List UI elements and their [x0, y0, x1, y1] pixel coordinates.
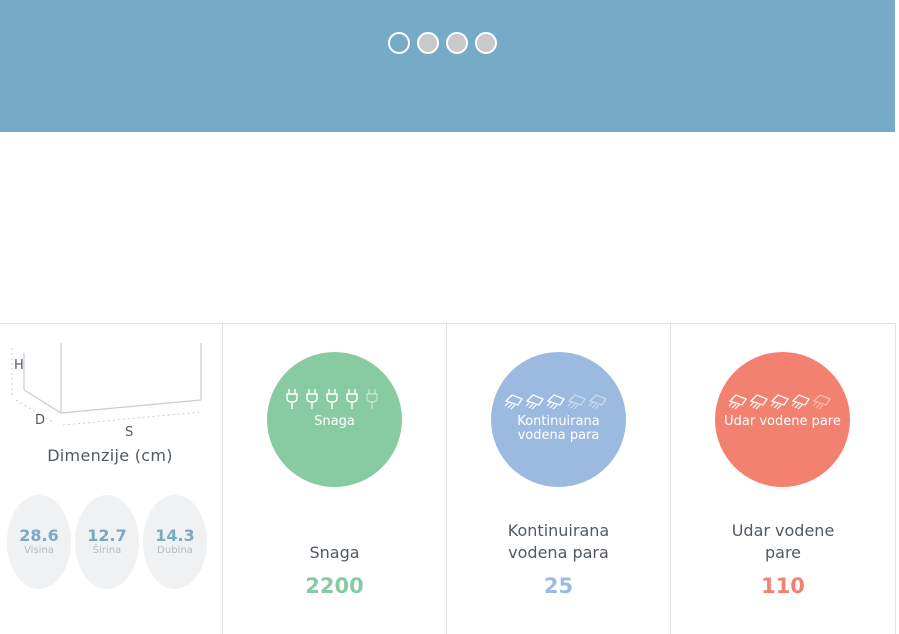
carousel-dot-1[interactable]	[388, 32, 410, 54]
dimensions-cell: H D S Dimenzije (cm) 28.6 Visina 12.7 Ši…	[0, 324, 222, 634]
plug-rating-icon	[345, 389, 358, 409]
height-label: Visina	[24, 545, 54, 556]
boost-label-text: Udar vodene pare	[731, 521, 835, 562]
boost-value: 110	[761, 574, 805, 598]
plug-rating-icon	[325, 389, 338, 409]
depth-value: 14.3	[155, 526, 195, 545]
product-specs: H D S Dimenzije (cm) 28.6 Visina 12.7 Ši…	[0, 323, 896, 634]
steam-rating-icon	[728, 394, 747, 410]
boost-circle-label: Udar vodene pare	[724, 414, 841, 429]
width-oval: 12.7 Širina	[75, 495, 139, 589]
depth-label: Dubina	[157, 545, 193, 556]
steam-rating-icon	[770, 394, 789, 410]
depth-oval: 14.3 Dubina	[143, 495, 207, 589]
steam-rating-icon	[504, 394, 523, 410]
steam-rating-icon	[812, 394, 831, 410]
steam-rating-icon	[525, 394, 544, 410]
steam-value: 25	[543, 574, 574, 598]
steam-boost-icon	[728, 394, 831, 410]
power-cell: Snaga Snaga 2200	[222, 324, 446, 634]
width-value: 12.7	[87, 526, 127, 545]
power-value: 2200	[305, 574, 364, 598]
carousel-dot-2[interactable]	[417, 32, 439, 54]
power-circle: Snaga	[267, 352, 402, 487]
carousel-dot-4[interactable]	[475, 32, 497, 54]
steam-rating-icon	[546, 394, 565, 410]
carousel-dot-3[interactable]	[446, 32, 468, 54]
dimensions-box-icon: H D S	[11, 343, 202, 440]
width-letter: S	[125, 425, 133, 440]
plug-rating-icon	[305, 389, 318, 409]
steam-label-text: Kontinuirana vodena para	[507, 521, 610, 562]
dimension-values: 28.6 Visina 12.7 Širina 14.3 Dubina	[7, 495, 207, 589]
steam-rating-icon	[791, 394, 810, 410]
power-label-text: Snaga	[309, 543, 360, 562]
dimensions-title: Dimenzije (cm)	[47, 446, 173, 465]
steam-rating-icon	[749, 394, 768, 410]
boost-label: Udar vodene pare	[671, 520, 895, 564]
steam-label: Kontinuirana vodena para	[447, 520, 670, 564]
plug-icon	[285, 389, 378, 409]
steam-circle-label: Kontinuirana vodena para	[517, 414, 600, 443]
width-label: Širina	[92, 545, 122, 556]
height-oval: 28.6 Visina	[7, 495, 71, 589]
steam-circle: Kontinuirana vodena para	[491, 352, 626, 487]
hero-banner	[0, 0, 895, 132]
height-value: 28.6	[19, 526, 59, 545]
power-label: Snaga	[223, 520, 446, 564]
height-letter: H	[14, 358, 24, 373]
power-circle-label: Snaga	[314, 414, 355, 429]
steam-icon	[504, 394, 607, 410]
steam-rating-icon	[567, 394, 586, 410]
plug-rating-icon	[365, 389, 378, 409]
depth-letter: D	[35, 413, 45, 428]
carousel-dots	[388, 32, 497, 54]
steam-cell: Kontinuirana vodena para Kontinuirana vo…	[446, 324, 670, 634]
boost-circle: Udar vodene pare	[715, 352, 850, 487]
steam-rating-icon	[588, 394, 607, 410]
plug-rating-icon	[285, 389, 298, 409]
boost-cell: Udar vodene pare Udar vodene pare 110	[670, 324, 895, 634]
